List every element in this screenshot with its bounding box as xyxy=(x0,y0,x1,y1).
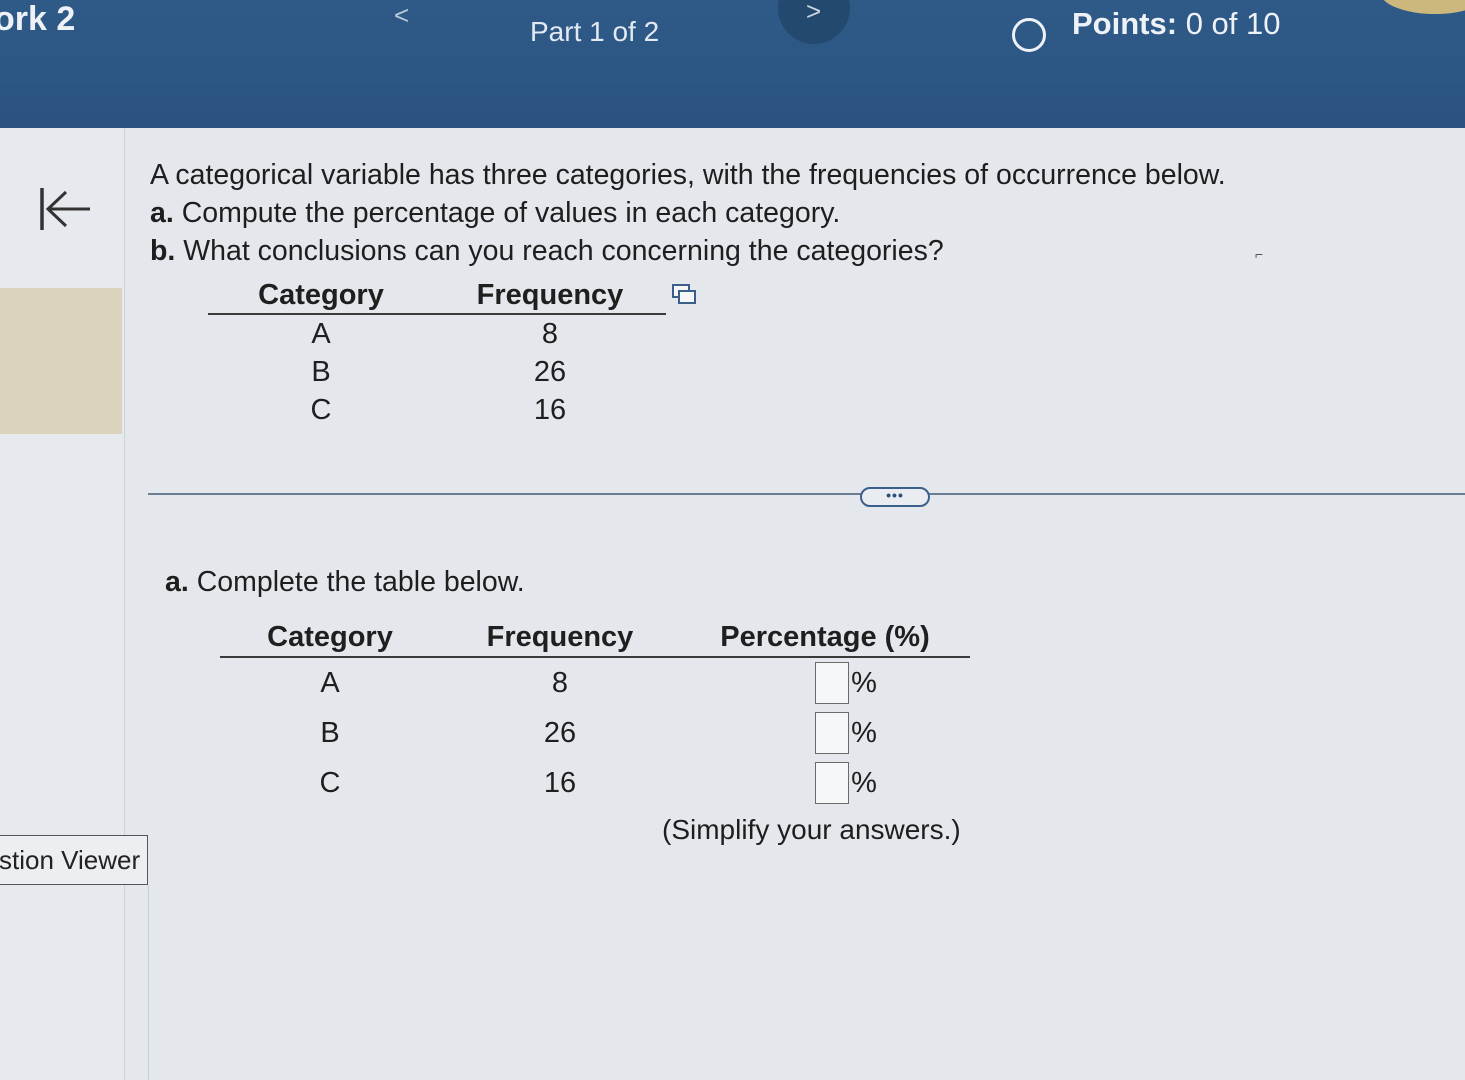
frequency-header: Frequency xyxy=(440,618,680,658)
answer-instruction: a. Complete the table below. xyxy=(165,566,525,599)
homework-title: ork 2 xyxy=(0,0,76,38)
category-cell: C xyxy=(319,766,341,799)
category-cell: A xyxy=(311,317,331,350)
part-b-text: What conclusions can you reach concernin… xyxy=(183,235,944,267)
copy-data-icon[interactable] xyxy=(671,283,697,305)
category-cell: B xyxy=(320,716,340,749)
points-display: Points: 0 of 10 xyxy=(1072,6,1281,42)
frequency-cell: 8 xyxy=(551,666,569,699)
percent-unit: % xyxy=(851,766,877,799)
points-status-icon xyxy=(1012,18,1046,52)
percentage-cell: % xyxy=(680,708,970,758)
next-question-chevron-icon[interactable]: > xyxy=(806,0,821,27)
answer-instruction-text: Complete the table below. xyxy=(196,566,525,598)
category-header: Category xyxy=(208,277,434,315)
section-divider xyxy=(148,493,1465,495)
left-rail xyxy=(0,128,125,1080)
problem-part-b: b. What conclusions can you reach concer… xyxy=(150,232,1226,270)
problem-part-a: a. Compute the percentage of values in e… xyxy=(150,194,1226,232)
category-cell: A xyxy=(320,666,340,699)
category-cell: C xyxy=(310,393,332,426)
category-cell: B xyxy=(311,355,331,388)
top-header: ork 2 < Part 1 of 2 > Points: 0 of 10 xyxy=(0,0,1465,128)
previous-question-button[interactable]: < xyxy=(394,0,409,31)
part-indicator: Part 1 of 2 xyxy=(530,16,660,47)
frequency-cell: 16 xyxy=(543,766,577,799)
simplify-note: (Simplify your answers.) xyxy=(662,814,961,845)
problem-statement: A categorical variable has three categor… xyxy=(150,156,1226,270)
percentage-input-a[interactable] xyxy=(815,662,850,704)
table-row: B 26 xyxy=(208,353,666,391)
frequency-cell: 26 xyxy=(533,355,567,388)
frequency-header: Frequency xyxy=(434,277,666,315)
part-a-label: a. xyxy=(150,197,174,229)
category-header: Category xyxy=(220,618,440,658)
percent-unit: % xyxy=(851,716,877,749)
table-row: A 8 xyxy=(208,314,666,353)
percentage-cell: % xyxy=(680,657,970,708)
rail-highlight xyxy=(0,288,122,434)
problem-intro: A categorical variable has three categor… xyxy=(150,159,1226,191)
table-row: C 16 xyxy=(208,391,666,429)
more-options-icon[interactable]: ••• xyxy=(860,487,930,507)
table-row: A 8 % xyxy=(220,657,970,708)
points-label: Points: xyxy=(1072,6,1178,41)
percentage-input-b[interactable] xyxy=(815,712,850,754)
table-row: B 26 % xyxy=(220,708,970,758)
header-glare xyxy=(1380,0,1465,14)
collapse-left-icon[interactable] xyxy=(38,186,94,232)
content-divider xyxy=(148,885,149,1080)
part-b-label: b. xyxy=(150,235,176,267)
frequency-cell: 16 xyxy=(533,393,567,426)
percentage-cell: % xyxy=(680,758,970,808)
frequency-cell: 26 xyxy=(543,716,577,749)
cursor-mark-icon: ⌐ xyxy=(1255,246,1264,262)
table-row: C 16 % xyxy=(220,758,970,808)
part-a-text: Compute the percentage of values in each… xyxy=(181,197,841,229)
frequency-cell: 8 xyxy=(541,317,559,350)
answer-part-label: a. xyxy=(165,566,189,598)
points-value: 0 of 10 xyxy=(1185,6,1281,41)
percent-unit: % xyxy=(851,666,877,699)
percentage-input-c[interactable] xyxy=(815,762,850,804)
percentage-header: Percentage (%) xyxy=(680,618,970,658)
answer-table: Category Frequency Percentage (%) A 8 % … xyxy=(220,618,970,808)
frequency-table: Category Frequency A 8 B 26 C 16 xyxy=(208,277,666,429)
question-viewer-button[interactable]: stion Viewer xyxy=(0,835,148,885)
